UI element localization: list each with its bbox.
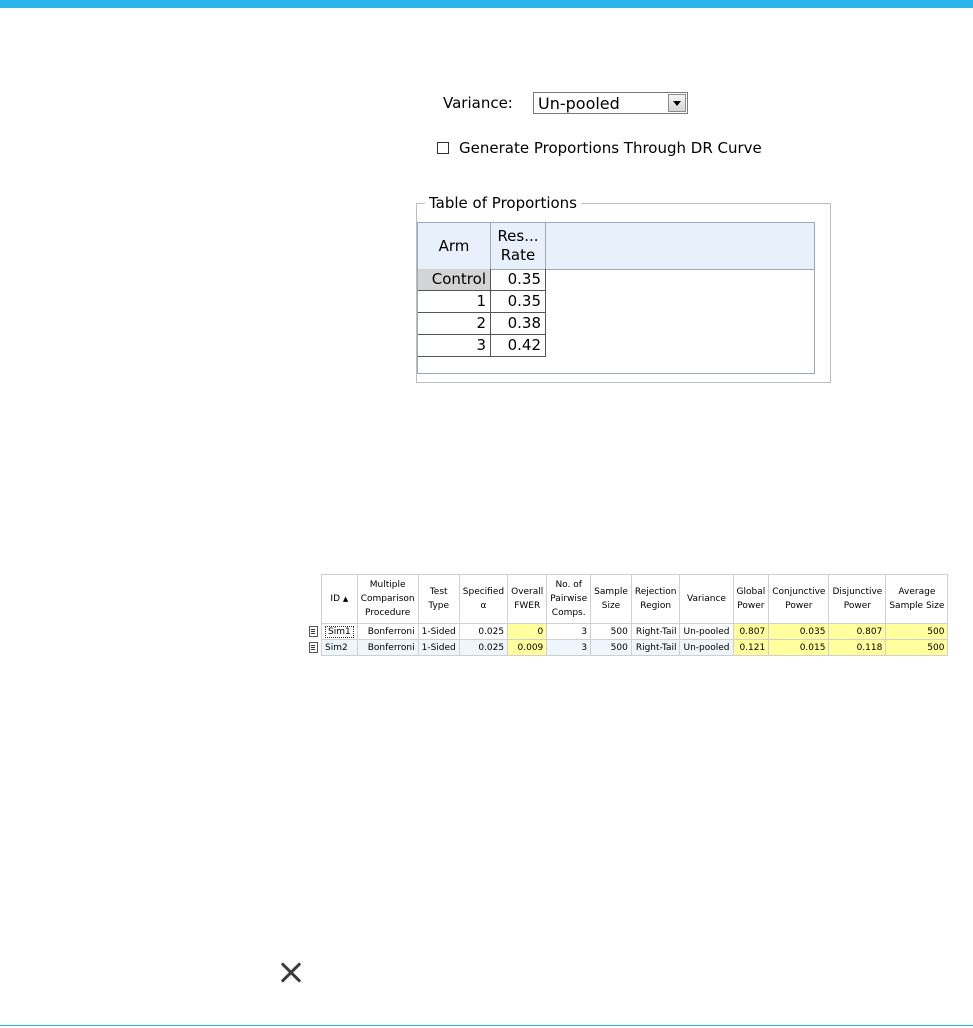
test-type-cell: 1-Sided (417, 623, 460, 640)
col-header-disjunctive-power[interactable]: Disjunctive Power (828, 574, 887, 624)
rate-cell-1[interactable]: 0.35 (491, 291, 546, 313)
rejection-region-cell: Right-Tail (630, 639, 681, 656)
rejection-region-cell: Right-Tail (630, 623, 681, 640)
pairwise-cell: 3 (546, 639, 592, 656)
col-header-conjunctive-power[interactable]: Conjunctive Power (768, 574, 830, 624)
global-power-cell: 0.121 (732, 639, 770, 656)
icon-col-header (305, 574, 322, 624)
arm-cell-1: 1 (418, 291, 491, 313)
sample-size-cell: 500 (590, 639, 632, 656)
simulation-results-table: ID ▲ Multiple Comparison Procedure Test Typ… (305, 574, 949, 656)
simulation-doc-icon[interactable] (305, 639, 322, 656)
variance-select[interactable]: Un-pooled (533, 92, 688, 114)
col-header-variance[interactable]: Variance (679, 574, 734, 624)
proportions-title: Table of Proportions (425, 194, 581, 212)
col-header-rate-line1: Res... (497, 227, 539, 245)
dr-curve-checkbox[interactable] (437, 142, 449, 154)
table-row[interactable]: Sim1 Bonferroni 1-Sided 0.025 0 3 500 Ri… (305, 623, 949, 640)
sort-ascending-icon: ▲ (342, 595, 349, 603)
disjunctive-power-cell: 0.118 (828, 639, 887, 656)
sample-size-cell: 500 (590, 623, 632, 640)
average-sample-size-cell: 500 (885, 639, 949, 656)
col-header-global-power[interactable]: Global Power (732, 574, 770, 624)
col-header-pairwise[interactable]: No. of Pairwise Comps. (546, 574, 592, 624)
proportions-table: Arm Res... Rate Control 0.35 1 0.35 2 0.… (417, 222, 815, 374)
arm-cell-2: 2 (418, 313, 491, 335)
table-row[interactable]: Sim2 Bonferroni 1-Sided 0.025 0.009 3 50… (305, 639, 949, 656)
average-sample-size-cell: 500 (885, 623, 949, 640)
mcp-cell: Bonferroni (356, 623, 419, 640)
test-type-cell: 1-Sided (417, 639, 460, 656)
col-header-id[interactable]: ID ▲ (321, 574, 358, 624)
conjunctive-power-cell: 0.015 (768, 639, 830, 656)
simulation-doc-icon[interactable] (305, 623, 322, 640)
col-header-arm[interactable]: Arm (418, 223, 491, 269)
overall-fwer-cell: 0.009 (507, 639, 548, 656)
col-header-specified-alpha[interactable]: Specified α (458, 574, 509, 624)
disjunctive-power-cell: 0.807 (828, 623, 887, 640)
conjunctive-power-cell: 0.035 (768, 623, 830, 640)
specified-alpha-cell: 0.025 (458, 639, 509, 656)
id-cell[interactable]: Sim2 (321, 639, 358, 656)
dr-curve-checkbox-label: Generate Proportions Through DR Curve (459, 139, 762, 157)
variance-cell: Un-pooled (679, 623, 734, 640)
close-icon[interactable] (278, 960, 304, 986)
rate-cell-3[interactable]: 0.42 (491, 335, 546, 357)
col-header-average-sample-size[interactable]: Average Sample Size (885, 574, 949, 624)
variance-label: Variance: (443, 94, 513, 112)
col-header-overall-fwer[interactable]: Overall FWER (507, 574, 548, 624)
global-power-cell: 0.807 (732, 623, 770, 640)
pairwise-cell: 3 (546, 623, 592, 640)
variance-cell: Un-pooled (679, 639, 734, 656)
col-header-test-type[interactable]: Test Type (417, 574, 460, 624)
mcp-cell: Bonferroni (356, 639, 419, 656)
col-header-rejection-region[interactable]: Rejection Region (630, 574, 681, 624)
bottom-accent-line (0, 1025, 973, 1026)
top-accent-bar (0, 0, 973, 8)
arm-cell-3: 3 (418, 335, 491, 357)
overall-fwer-cell: 0 (507, 623, 548, 640)
chevron-down-icon (673, 101, 681, 106)
id-cell[interactable]: Sim1 (321, 623, 358, 640)
rate-cell-2[interactable]: 0.38 (491, 313, 546, 335)
specified-alpha-cell: 0.025 (458, 623, 509, 640)
dropdown-button[interactable] (668, 94, 686, 112)
col-header-mcp[interactable]: Multiple Comparison Procedure (356, 574, 419, 624)
results-header-row: ID ▲ Multiple Comparison Procedure Test Typ… (305, 574, 949, 624)
col-header-response-rate[interactable]: Res... Rate (491, 223, 546, 269)
variance-select-value: Un-pooled (538, 94, 620, 113)
rate-cell-control[interactable]: 0.35 (491, 269, 546, 291)
col-header-rate-line2: Rate (500, 246, 536, 264)
col-header-sample-size[interactable]: Sample Size (590, 574, 632, 624)
arm-cell-control: Control (418, 269, 491, 291)
